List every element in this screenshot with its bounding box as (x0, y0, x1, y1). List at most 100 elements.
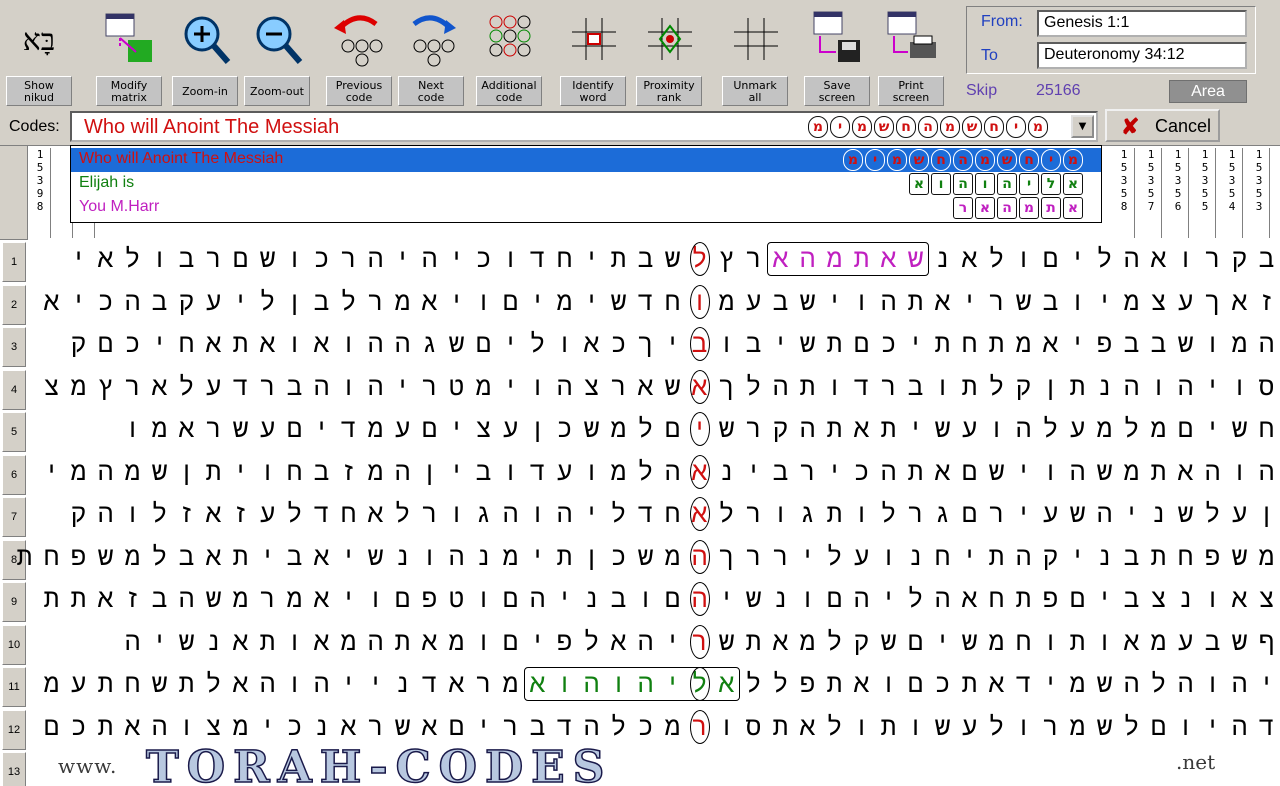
codes-combobox[interactable]: Who will Anoint The Messiah מיחשמהחשמימ … (70, 111, 1098, 142)
matrix-letter[interactable]: א (119, 708, 146, 746)
matrix-letter[interactable]: ן (173, 453, 200, 491)
print-screen-button[interactable]: Print screen (878, 4, 944, 106)
matrix-letter[interactable]: י (1253, 665, 1280, 703)
matrix-letter[interactable]: י (821, 283, 848, 321)
matrix-letter[interactable]: ב (1145, 325, 1172, 363)
matrix-letter[interactable]: ר (902, 495, 929, 533)
matrix-letter[interactable]: ה (416, 240, 443, 278)
matrix-letter[interactable]: ש (794, 325, 821, 363)
matrix-letter[interactable]: ם (38, 708, 65, 746)
matrix-letter[interactable]: ו (524, 495, 551, 533)
matrix-letter[interactable]: מ (605, 453, 632, 491)
matrix-letter[interactable]: נ (1091, 538, 1118, 576)
matrix-letter[interactable]: י (146, 325, 173, 363)
matrix-letter[interactable]: ף (1253, 623, 1280, 661)
matrix-letter[interactable]: כ (875, 325, 902, 363)
matrix-letter[interactable]: נ (767, 580, 794, 618)
matrix-letter[interactable]: מ (794, 623, 821, 661)
matrix-letter[interactable]: ו (1010, 240, 1037, 278)
matrix-letter[interactable]: ה (929, 580, 956, 618)
matrix-letter[interactable]: ל (632, 410, 659, 448)
matrix-letter[interactable]: א (227, 623, 254, 661)
matrix-letter[interactable]: ד (524, 453, 551, 491)
matrix-letter[interactable]: ב (308, 283, 335, 321)
matrix-letter[interactable]: ת (92, 665, 119, 703)
codes-dropdown-button[interactable]: ▼ (1071, 115, 1094, 138)
matrix-letter[interactable]: פ (1091, 325, 1118, 363)
matrix-letter[interactable]: י (497, 325, 524, 363)
matrix-letter[interactable]: א (173, 410, 200, 448)
matrix-letter[interactable]: ת (1145, 453, 1172, 491)
matrix-letter[interactable]: נ (389, 538, 416, 576)
matrix-letter[interactable]: ם (1145, 708, 1172, 746)
matrix-letter[interactable]: ע (848, 538, 875, 576)
matrix-letter[interactable]: כ (632, 708, 659, 746)
matrix-letter[interactable]: ר (362, 283, 389, 321)
matrix-letter[interactable]: מ (119, 538, 146, 576)
matrix-letter[interactable]: ר (200, 240, 227, 278)
codes-list-item[interactable]: Who will Anoint The Messiah מ י ח ש מ ה ח ש מ י מ (71, 148, 1101, 172)
matrix-letter[interactable]: ש (254, 240, 281, 278)
matrix-letter[interactable]: א (200, 495, 227, 533)
matrix-letter[interactable]: כ (281, 708, 308, 746)
matrix-letter[interactable]: ב (632, 240, 659, 278)
matrix-letter[interactable]: ר (794, 453, 821, 491)
matrix-letter[interactable]: ץ (92, 368, 119, 406)
matrix-letter[interactable]: ם (497, 580, 524, 618)
matrix-letter[interactable]: ת (227, 325, 254, 363)
matrix-letter[interactable]: ר (416, 368, 443, 406)
matrix-letter[interactable]: י (362, 665, 389, 703)
matrix-letter[interactable]: צ (578, 368, 605, 406)
matrix-letter[interactable]: ח (929, 538, 956, 576)
matrix-letter[interactable]: ש (389, 708, 416, 746)
matrix-letter[interactable]: א (254, 325, 281, 363)
matrix-letter[interactable]: ו (1172, 708, 1199, 746)
matrix-letter[interactable]: י (1064, 538, 1091, 576)
matrix-letter[interactable]: מ (551, 283, 578, 321)
matrix-letter[interactable]: א (929, 283, 956, 321)
matrix-letter[interactable]: ח (659, 283, 686, 321)
matrix-letter[interactable]: ו (1226, 368, 1253, 406)
matrix-letter[interactable]: ל (821, 623, 848, 661)
matrix-letter[interactable]: ם (659, 580, 686, 618)
matrix-letter[interactable]: ח (281, 453, 308, 491)
matrix-letter[interactable]: ך (713, 538, 740, 576)
matrix-letter[interactable]: י (1199, 410, 1226, 448)
matrix-letter[interactable]: ע (497, 410, 524, 448)
codes-list-item[interactable]: You M.Harr א ת מ ה א ר (71, 196, 1101, 220)
matrix-letter[interactable]: ה (308, 665, 335, 703)
previous-code-button[interactable]: Previous code (326, 4, 392, 106)
matrix-letter[interactable]: מ (1145, 410, 1172, 448)
matrix-letter[interactable]: ב (1253, 240, 1280, 278)
matrix-letter[interactable]: ל (983, 368, 1010, 406)
matrix-letter[interactable]: מ (281, 580, 308, 618)
matrix-letter[interactable]: ם (956, 453, 983, 491)
matrix-letter[interactable]: ל (605, 708, 632, 746)
matrix-letter[interactable]: ש (146, 453, 173, 491)
matrix-letter[interactable]: א (308, 538, 335, 576)
matrix-letter[interactable]: ב (1118, 325, 1145, 363)
matrix-letter[interactable]: ל (335, 283, 362, 321)
matrix-letter[interactable]: ר (497, 708, 524, 746)
matrix-letter[interactable]: ת (983, 325, 1010, 363)
matrix-letter[interactable]: ז (1253, 283, 1280, 321)
matrix-letter[interactable]: ע (65, 665, 92, 703)
additional-code-button[interactable]: Additional code (476, 4, 542, 106)
matrix-letter[interactable]: מ (227, 580, 254, 618)
matrix-letter[interactable]: ק (65, 495, 92, 533)
matrix-letter[interactable]: מ (1226, 325, 1253, 363)
matrix-letter[interactable]: ע (200, 283, 227, 321)
matrix-letter[interactable]: ה (1172, 368, 1199, 406)
matrix-letter[interactable]: ל (740, 665, 767, 703)
matrix-letter[interactable]: ג (929, 495, 956, 533)
matrix-letter[interactable]: ע (551, 453, 578, 491)
matrix-letter[interactable]: ת (875, 708, 902, 746)
matrix-letter[interactable]: ה (389, 325, 416, 363)
matrix-letter[interactable]: ו (335, 325, 362, 363)
matrix-letter[interactable]: ר (875, 368, 902, 406)
matrix-letter[interactable]: א (308, 580, 335, 618)
modify-matrix-button[interactable]: Modify matrix (96, 4, 162, 106)
matrix-letter[interactable]: ש (1010, 283, 1037, 321)
matrix-letter[interactable]: י (956, 283, 983, 321)
matrix-letter[interactable]: ת (794, 368, 821, 406)
